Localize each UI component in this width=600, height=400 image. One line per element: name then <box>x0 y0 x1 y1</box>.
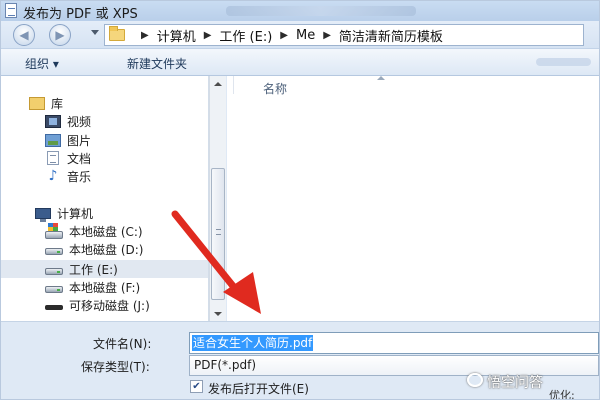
column-header-name[interactable]: 名称 <box>263 80 287 97</box>
save-dialog: 发布为 PDF 或 XPS ◀ ▶ ▶ 计算机 ▶ 工作 (E:) ▶ Me ▶… <box>0 0 600 400</box>
nav-item-label: 本地磁盘 (C:) <box>69 224 143 239</box>
file-list[interactable]: 名称 <box>227 76 599 321</box>
window-title: 发布为 PDF 或 XPS <box>23 7 138 22</box>
savetype-label: 保存类型(T): <box>81 360 150 374</box>
nav-item-label: 本地磁盘 (D:) <box>69 242 144 257</box>
arrow-right-icon: ▶ <box>55 28 65 42</box>
open-after-publish-label[interactable]: 发布后打开文件(E) <box>208 380 309 397</box>
nav-item-label: 视频 <box>67 114 92 129</box>
watermark-text: 悟空问答 <box>487 375 543 391</box>
nav-item-label: 图片 <box>67 133 92 148</box>
organize-label: 组织 ▾ <box>25 57 59 71</box>
computer-icon <box>35 207 51 222</box>
checkmark-icon: ✔ <box>192 380 201 392</box>
chat-bubble-icon <box>467 373 483 387</box>
music-icon: ♪ <box>48 167 58 184</box>
breadcrumb-computer[interactable]: 计算机 <box>157 26 196 45</box>
sort-caret-icon <box>377 76 385 80</box>
drive-icon <box>45 267 63 275</box>
nav-item-label: 可移动磁盘 (J:) <box>69 298 150 313</box>
command-toolbar: 组织 ▾ 新建文件夹 <box>1 48 599 76</box>
open-after-publish-checkbox[interactable]: ✔ <box>190 380 203 393</box>
breadcrumb-me[interactable]: Me <box>296 28 315 43</box>
back-button[interactable]: ◀ <box>13 24 35 46</box>
address-row: ◀ ▶ ▶ 计算机 ▶ 工作 (E:) ▶ Me ▶ 简洁清新简历模板 <box>1 21 599 48</box>
chevron-right-icon[interactable]: ▶ <box>204 30 212 41</box>
column-divider <box>233 76 234 94</box>
blurred-title-region <box>226 6 416 16</box>
breadcrumb-drive-e[interactable]: 工作 (E:) <box>219 26 272 45</box>
chevron-right-icon[interactable]: ▶ <box>323 30 331 41</box>
organize-button[interactable]: 组织 ▾ <box>25 55 59 72</box>
nav-item-label: 工作 (E:) <box>69 262 118 277</box>
optimize-label[interactable]: 优化: <box>549 387 575 399</box>
nav-item-label: 本地磁盘 (F:) <box>69 280 141 295</box>
scroll-up-icon[interactable] <box>214 82 222 86</box>
nav-item-label: 库 <box>51 96 64 111</box>
chevron-right-icon[interactable]: ▶ <box>280 30 288 41</box>
new-folder-button[interactable]: 新建文件夹 <box>127 55 187 72</box>
usb-drive-icon <box>45 304 63 310</box>
picture-icon <box>45 133 61 147</box>
chevron-right-icon[interactable]: ▶ <box>141 30 149 41</box>
folder-icon <box>109 26 125 41</box>
library-icon <box>29 96 45 110</box>
system-drive-icon <box>45 223 63 239</box>
forward-button[interactable]: ▶ <box>49 24 71 46</box>
breadcrumb-resume-folder[interactable]: 简洁清新简历模板 <box>339 26 443 45</box>
nav-item-libraries[interactable]: 库 <box>29 94 236 112</box>
document-icon <box>47 151 59 165</box>
recent-locations-dropdown-icon[interactable] <box>91 30 99 35</box>
arrow-shaft <box>171 210 245 300</box>
blurred-toolbar-region <box>536 58 591 66</box>
filename-label: 文件名(N): <box>93 337 152 351</box>
video-icon <box>45 114 61 128</box>
drive-icon <box>45 247 63 255</box>
annotation-arrow-icon <box>171 210 261 314</box>
nav-item-label: 音乐 <box>67 169 92 184</box>
drive-icon <box>45 285 63 293</box>
nav-item-label: 计算机 <box>57 206 94 221</box>
document-app-icon <box>5 3 17 18</box>
breadcrumb[interactable]: ▶ 计算机 ▶ 工作 (E:) ▶ Me ▶ 简洁清新简历模板 <box>104 24 584 46</box>
title-bar[interactable]: 发布为 PDF 或 XPS <box>1 1 599 22</box>
arrow-left-icon: ◀ <box>19 28 29 42</box>
nav-item-label: 文档 <box>67 151 92 166</box>
filename-selected-text[interactable]: 适合女生个人简历.pdf <box>192 335 314 351</box>
